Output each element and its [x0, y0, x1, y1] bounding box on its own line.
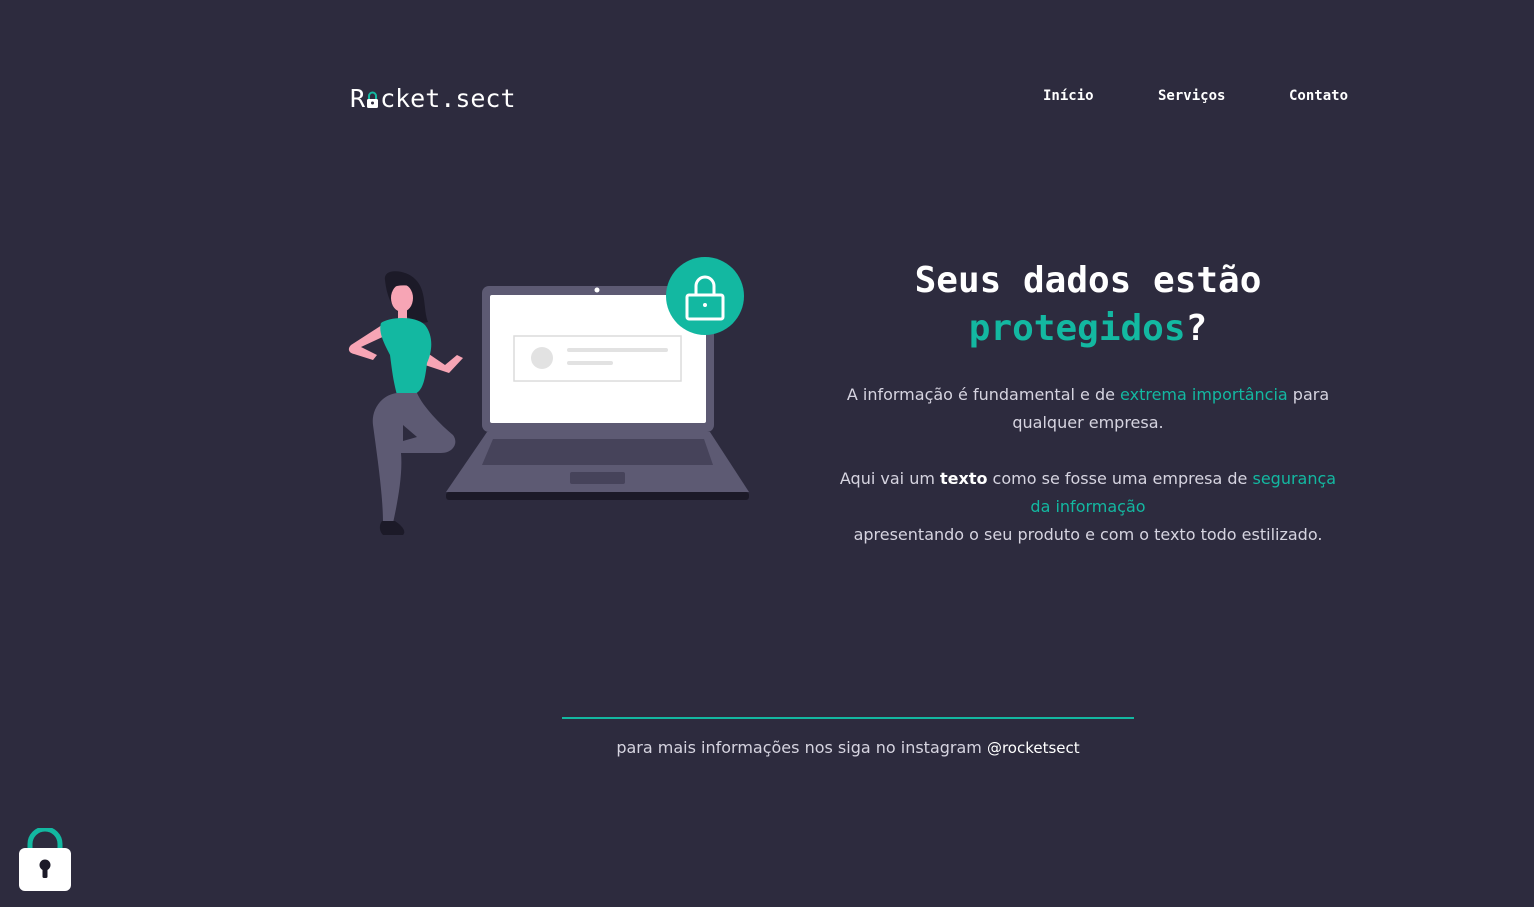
logo-prefix: R	[350, 84, 366, 113]
hero-section: Seus dados estão protegidos? A informaçã…	[838, 257, 1338, 549]
floating-lock-icon[interactable]	[18, 828, 72, 892]
padlock-badge-icon	[666, 257, 744, 335]
hero-paragraph-1: A informação é fundamental e de extrema …	[838, 381, 1338, 437]
hero-title-line1: Seus dados estão	[914, 260, 1262, 301]
lock-icon	[365, 87, 380, 111]
logo[interactable]: R cket.sect	[350, 84, 516, 113]
hero-title-accent: protegidos	[968, 308, 1186, 349]
instagram-handle-link[interactable]: @rocketsect	[987, 739, 1080, 757]
p2-text-c: apresentando o seu produto e com o texto…	[853, 525, 1323, 544]
nav-servicos[interactable]: Serviços	[1158, 88, 1225, 104]
footer-label: para mais informações nos siga no instag…	[616, 738, 987, 757]
page: R cket.sect Início Serviços Contato Seus…	[0, 0, 1534, 907]
p1-highlight: extrema importância	[1120, 385, 1288, 404]
hero-paragraph-2: Aqui vai um texto como se fosse uma empr…	[838, 465, 1338, 549]
hero-illustration	[348, 257, 749, 535]
p1-text-a: A informação é fundamental e de	[846, 385, 1121, 404]
p2-bold: texto	[940, 469, 988, 488]
p2-text-a: Aqui vai um	[839, 469, 940, 488]
footer-divider	[562, 717, 1134, 719]
nav-contato[interactable]: Contato	[1289, 88, 1348, 104]
hero-title: Seus dados estão protegidos?	[838, 257, 1338, 353]
hero-title-end: ?	[1185, 308, 1208, 349]
woman-figure	[348, 271, 463, 535]
nav-inicio[interactable]: Início	[1043, 88, 1094, 104]
footer-text: para mais informações nos siga no instag…	[562, 738, 1134, 757]
p2-text-b: como se fosse uma empresa de	[987, 469, 1253, 488]
logo-suffix: cket.sect	[380, 84, 516, 113]
